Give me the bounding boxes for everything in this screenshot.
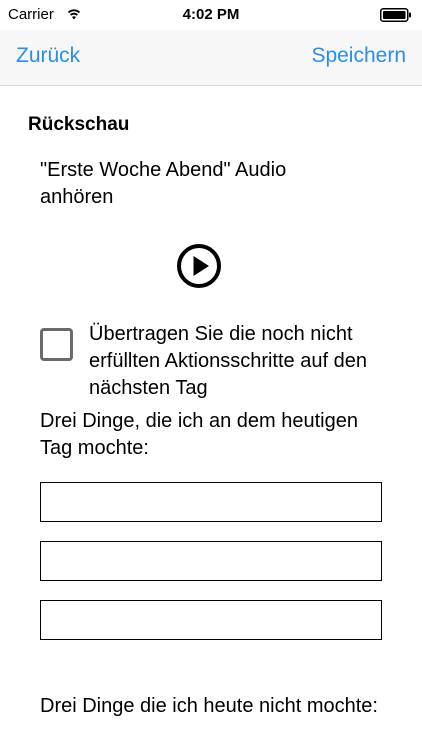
- save-button[interactable]: Speichern: [311, 44, 406, 68]
- back-button[interactable]: Zurück: [16, 44, 80, 68]
- play-circle-icon[interactable]: [176, 243, 222, 289]
- liked-thing-field-2[interactable]: [40, 541, 382, 581]
- disliked-things-question: Drei Dinge die ich heute nicht mochte:: [40, 695, 378, 717]
- battery-icon: [380, 8, 411, 22]
- status-time: 4:02 PM: [182, 6, 240, 23]
- status-bar: Carrier 4:02 PM: [0, 0, 422, 30]
- liked-thing-field-1[interactable]: [40, 482, 382, 522]
- navigation-bar: Zurück Speichern: [0, 30, 422, 86]
- transfer-steps-checkbox[interactable]: [40, 328, 73, 361]
- section-title: Rückschau: [28, 114, 130, 135]
- transfer-steps-label: Übertragen Sie die noch nicht erfüllten …: [89, 323, 367, 399]
- audio-link-text[interactable]: "Erste Woche Abend" Audio anhören: [40, 157, 360, 211]
- liked-thing-field-3[interactable]: [40, 600, 382, 640]
- liked-things-question: Drei Dinge, die ich an dem heutigen Tag …: [40, 410, 358, 459]
